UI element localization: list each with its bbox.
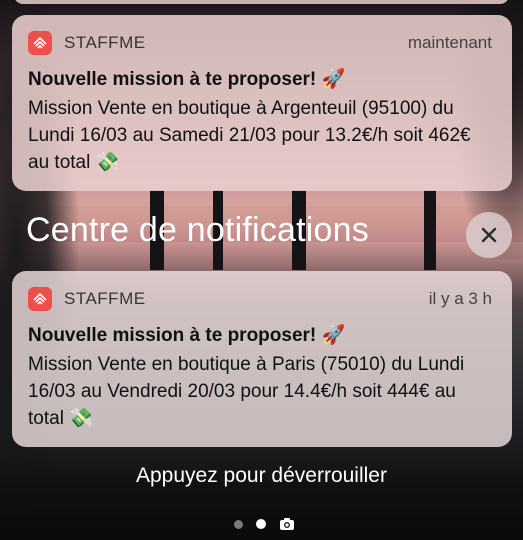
notification-card[interactable]: STAFFME il y a 3 h Nouvelle mission à te…	[12, 271, 512, 447]
notification-header: STAFFME maintenant	[28, 29, 492, 55]
partial-notification-card[interactable]	[14, 0, 509, 4]
notification-center-title: Centre de notifications	[26, 211, 369, 249]
close-icon	[481, 227, 497, 243]
notification-title: Nouvelle mission à te proposer! 🚀	[28, 69, 346, 90]
page-dot[interactable]	[234, 520, 243, 529]
wallpaper-trunk	[424, 190, 436, 270]
notification-card[interactable]: STAFFME maintenant Nouvelle mission à te…	[12, 15, 512, 191]
notification-title: Nouvelle mission à te proposer! 🚀	[28, 325, 346, 346]
notification-body: Mission Vente en boutique à Paris (75010…	[28, 354, 465, 429]
notification-header: STAFFME il y a 3 h	[28, 285, 492, 311]
app-name: STAFFME	[64, 33, 146, 52]
staffme-app-icon	[28, 31, 52, 55]
unlock-prompt[interactable]: Appuyez pour déverrouiller	[0, 464, 523, 488]
notification-time: il y a 3 h	[428, 289, 492, 308]
notification-time: maintenant	[407, 33, 492, 52]
clear-notifications-button[interactable]	[466, 212, 512, 258]
app-name: STAFFME	[64, 289, 146, 308]
notification-body: Mission Vente en boutique à Argenteuil (…	[28, 98, 471, 173]
staffme-app-icon	[28, 287, 52, 311]
page-indicator[interactable]	[0, 515, 523, 535]
page-dot-active[interactable]	[256, 519, 266, 529]
camera-icon[interactable]	[279, 517, 295, 531]
